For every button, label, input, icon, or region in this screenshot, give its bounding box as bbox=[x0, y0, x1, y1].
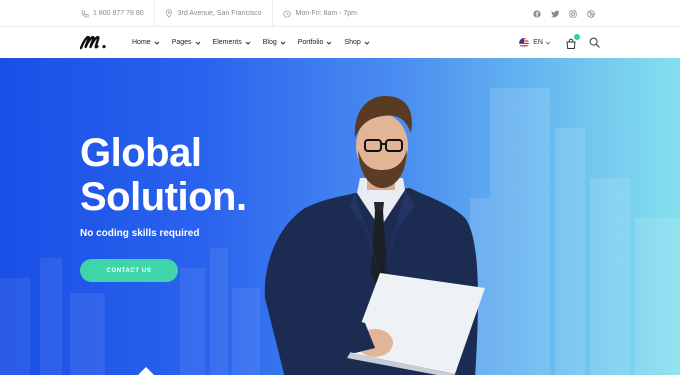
social-links bbox=[528, 0, 600, 27]
menu-item-pages[interactable]: Pages bbox=[172, 39, 201, 46]
contact-us-button[interactable]: CONTACT US bbox=[80, 259, 178, 282]
menu-item-home[interactable]: Home bbox=[132, 39, 160, 46]
divider bbox=[153, 0, 155, 27]
chevron-down-icon bbox=[327, 41, 332, 45]
hero-bottom-strip bbox=[0, 375, 680, 383]
address-info[interactable]: 3rd Avenue, San Francisco bbox=[165, 0, 272, 27]
primary-menu: Home Pages Elements Blog Portfolio Shop bbox=[132, 27, 382, 58]
chevron-down-icon bbox=[364, 41, 370, 45]
chevron-down-icon bbox=[154, 41, 160, 45]
menu-item-label: Blog bbox=[262, 39, 277, 46]
search-icon[interactable] bbox=[589, 37, 600, 48]
hours-text: Mon-Fri: 8am - 7pm bbox=[295, 10, 357, 17]
dribbble-icon[interactable] bbox=[582, 0, 600, 27]
main-navbar: Home Pages Elements Blog Portfolio Shop bbox=[0, 27, 680, 58]
menu-item-label: Home bbox=[132, 39, 151, 46]
nav-actions: EN bbox=[519, 27, 600, 58]
map-pin-icon bbox=[165, 9, 174, 18]
phone-icon bbox=[80, 9, 89, 18]
us-flag-icon bbox=[519, 37, 530, 48]
address-text: 3rd Avenue, San Francisco bbox=[177, 10, 262, 17]
chevron-down-icon bbox=[195, 41, 200, 45]
menu-item-blog[interactable]: Blog bbox=[263, 39, 286, 46]
menu-item-label: Pages bbox=[171, 39, 192, 46]
instagram-icon[interactable] bbox=[564, 0, 582, 27]
menu-item-portfolio[interactable]: Portfolio bbox=[298, 39, 333, 46]
language-selector[interactable]: EN bbox=[519, 37, 551, 48]
menu-item-label: Shop bbox=[344, 39, 361, 46]
menu-item-shop[interactable]: Shop bbox=[344, 39, 370, 46]
hero-subtitle: No coding skills required bbox=[80, 228, 200, 239]
menu-item-elements[interactable]: Elements bbox=[213, 39, 251, 46]
phone-text: 1 800 977 78 80 bbox=[93, 10, 144, 17]
hero-banner: Global Solution. No coding skills requir… bbox=[0, 58, 680, 375]
menu-item-label: Elements bbox=[212, 39, 242, 46]
businessman-with-laptop-image bbox=[264, 96, 485, 375]
top-info-bar: 1 800 977 78 80 3rd Avenue, San Francisc… bbox=[0, 0, 680, 27]
chevron-down-icon bbox=[245, 41, 251, 45]
brand-logo-icon[interactable] bbox=[80, 34, 108, 50]
cart-button[interactable] bbox=[565, 33, 580, 49]
clock-icon bbox=[283, 9, 292, 18]
facebook-icon[interactable] bbox=[528, 0, 546, 27]
hours-info: Mon-Fri: 8am - 7pm bbox=[283, 0, 367, 27]
chevron-down-icon bbox=[280, 41, 286, 45]
menu-item-label: Portfolio bbox=[297, 39, 324, 46]
divider bbox=[271, 0, 273, 27]
phone-info[interactable]: 1 800 977 78 80 bbox=[80, 0, 154, 27]
twitter-icon[interactable] bbox=[546, 0, 564, 27]
language-label: EN bbox=[533, 39, 543, 46]
chevron-down-icon bbox=[545, 41, 551, 45]
cart-badge bbox=[574, 33, 580, 40]
slide-indicator-notch bbox=[138, 367, 154, 375]
